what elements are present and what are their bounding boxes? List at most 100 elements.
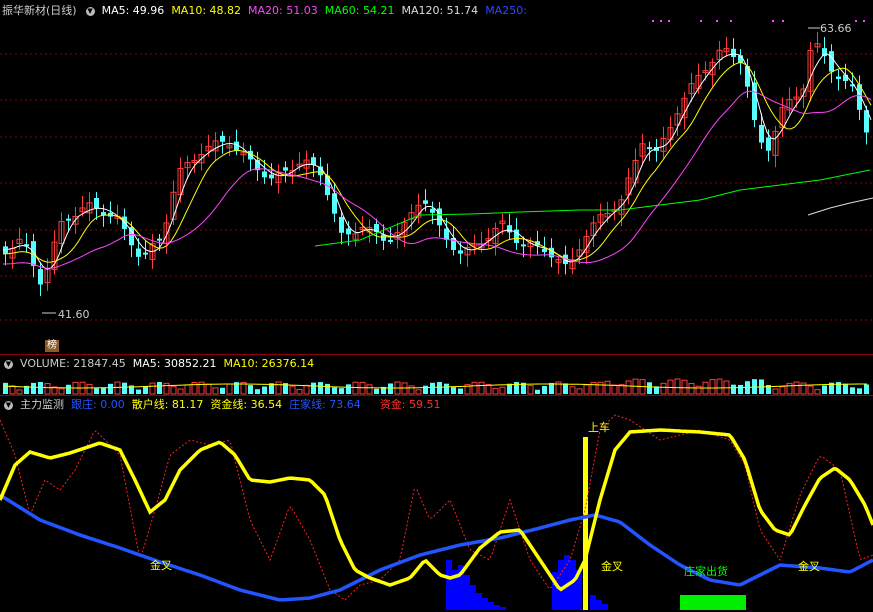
follow-bar — [576, 570, 582, 610]
candle-body — [136, 248, 141, 257]
volume-bar — [177, 388, 184, 395]
volume-bar — [198, 381, 205, 395]
candle-body — [220, 135, 225, 142]
candle-body — [269, 174, 274, 179]
boarding-signal-bar — [583, 437, 588, 610]
volume-bar — [79, 381, 86, 395]
candle-body — [283, 167, 288, 171]
candle-body — [157, 238, 162, 241]
volume-bar — [352, 381, 359, 395]
volume-bar — [9, 385, 16, 395]
volume-bar — [779, 386, 786, 395]
volume-bar — [38, 382, 43, 394]
volume-bar — [72, 381, 79, 395]
banker-sell-bar — [680, 595, 746, 610]
volume-bar — [226, 383, 233, 395]
volume-bar — [262, 386, 267, 394]
volume-bar — [555, 381, 562, 395]
volume-bar — [191, 381, 198, 395]
volume-bar — [31, 382, 36, 394]
volume-bar — [332, 387, 337, 394]
candle-body — [388, 239, 393, 242]
golden-cross-annotation: 金叉 — [798, 560, 820, 573]
marker-dot — [863, 20, 865, 22]
candle-body — [94, 198, 99, 209]
chevron-down-icon[interactable]: ▼ — [4, 400, 13, 410]
volume-bar — [485, 384, 492, 395]
stock-title[interactable]: 振华新材(日线) — [2, 4, 77, 18]
volume-bar — [836, 382, 841, 394]
volume-bar — [611, 384, 618, 395]
volume-bar — [527, 385, 534, 395]
volume-bar — [716, 378, 723, 395]
follow-bar — [570, 560, 576, 610]
volume-bar — [507, 383, 512, 394]
volume-bar — [829, 382, 834, 394]
ma5-label: MA5: 49.96 — [101, 4, 165, 17]
volume-bar — [723, 380, 730, 395]
volume-bar — [514, 382, 519, 394]
rank-badge[interactable]: 榜 — [45, 340, 59, 352]
volume-bar — [563, 383, 568, 394]
candlestick-chart[interactable] — [0, 0, 873, 355]
candle-body — [339, 216, 344, 233]
main-header: 振华新材(日线) ▼ MA5: 49.96 MA10: 48.82 MA20: … — [2, 4, 527, 18]
volume-bar — [772, 388, 779, 395]
volume-bar — [569, 386, 576, 395]
volume-bar — [205, 383, 212, 395]
candle-body — [311, 157, 316, 166]
marker-dot — [716, 20, 718, 22]
volume-bar — [807, 385, 814, 395]
volume-bar — [625, 380, 632, 395]
ma10-label: MA10: 48.82 — [171, 4, 242, 17]
volume-bar — [129, 385, 134, 394]
volume-bar — [374, 388, 379, 394]
volume-bar — [857, 388, 862, 394]
follow-bar — [482, 598, 488, 610]
volume-bar — [597, 381, 604, 395]
golden-cross-annotation: 金叉 — [150, 559, 172, 572]
marker-dot — [782, 20, 784, 22]
candle-body — [143, 252, 148, 255]
volume-bar — [471, 381, 478, 395]
retail-line — [0, 428, 873, 592]
volume-bar — [339, 388, 344, 394]
candle-body — [521, 244, 526, 247]
volume-bar — [101, 387, 106, 394]
volume-bar — [709, 379, 716, 395]
candle-body — [234, 141, 239, 151]
volume-ma5: MA5: 30852.21 — [132, 357, 217, 370]
volume-bar — [44, 383, 51, 395]
volume-bar — [731, 384, 736, 394]
ma120-line — [807, 197, 873, 216]
volume-header: ▼ VOLUME: 21847.45 MA5: 30852.21 MA10: 2… — [2, 357, 314, 371]
follow-bar — [488, 602, 494, 610]
indicator-title[interactable]: 主力监测 — [20, 398, 64, 412]
low-price-label: 41.60 — [58, 308, 90, 321]
chevron-down-icon[interactable]: ▼ — [4, 359, 13, 369]
volume-bar — [415, 389, 422, 395]
volume-bar — [478, 381, 485, 395]
candle-body — [766, 137, 771, 151]
indicator-header: ▼ 主力监测 跟庄: 0.00 散户线: 81.17 资金线: 36.54 庄家… — [2, 398, 441, 412]
volume-bar — [157, 382, 162, 394]
volume-bar — [688, 382, 695, 395]
candle-body — [507, 225, 512, 233]
candle-body — [829, 51, 834, 72]
volume-bar — [136, 389, 141, 394]
volume-bar — [759, 379, 764, 394]
chevron-down-icon[interactable]: ▼ — [85, 6, 95, 16]
volume-bar — [325, 383, 330, 394]
volume-bar — [458, 388, 463, 394]
volume-bar — [738, 384, 743, 394]
volume-bar — [170, 386, 177, 395]
marker-dot — [772, 20, 774, 22]
volume-bar — [793, 381, 800, 395]
volume-bar — [283, 383, 288, 394]
volume-bar — [843, 383, 848, 394]
volume-bar — [381, 386, 386, 394]
volume-bar — [423, 385, 428, 394]
marker-dot — [700, 20, 702, 22]
volume-bar — [366, 384, 373, 395]
marker-dot — [730, 20, 732, 22]
